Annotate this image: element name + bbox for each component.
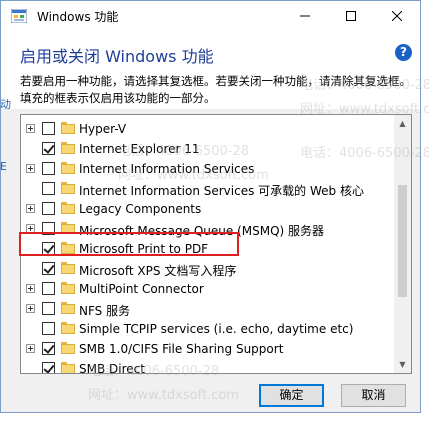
feature-row[interactable]: Internet Information Services (21, 159, 395, 179)
feature-label: SMB 1.0/CIFS File Sharing Support (79, 342, 284, 356)
feature-row[interactable]: Microsoft XPS 文档写入程序 (21, 259, 395, 279)
minimize-icon (300, 15, 310, 17)
feature-checkbox[interactable] (42, 122, 55, 135)
feature-checkbox[interactable] (42, 162, 55, 175)
dialog-description: 若要启用一种功能，请选择其复选框。若要关闭一种功能，请清除其复选框。填充的框表示… (20, 74, 411, 105)
feature-checkbox[interactable] (42, 302, 55, 315)
folder-icon (61, 182, 75, 194)
title-bar: Windows 功能 (1, 1, 420, 31)
feature-row[interactable]: MultiPoint Connector (21, 279, 395, 299)
ok-button[interactable]: 确定 (259, 384, 324, 407)
folder-icon (61, 282, 75, 294)
feature-row[interactable]: SMB Direct (21, 359, 395, 374)
scroll-down-arrow-icon[interactable]: ▼ (394, 356, 411, 373)
dialog-heading: 启用或关闭 Windows 功能 (20, 47, 214, 66)
feature-label: MultiPoint Connector (79, 282, 204, 296)
feature-label: Legacy Components (79, 202, 202, 216)
feature-label: Internet Information Services (79, 162, 255, 176)
feature-checkbox[interactable] (42, 142, 55, 155)
maximize-icon (346, 11, 356, 21)
folder-icon (61, 162, 75, 174)
feature-checkbox[interactable] (42, 322, 55, 335)
scroll-up-arrow-icon[interactable]: ▲ (394, 115, 411, 132)
cancel-button[interactable]: 取消 (341, 384, 406, 407)
folder-icon (61, 302, 75, 314)
background-window-text: 动 (0, 98, 11, 111)
feature-row[interactable]: NFS 服务 (21, 299, 395, 319)
folder-icon (61, 142, 75, 154)
feature-label: Simple TCPIP services (i.e. echo, daytim… (79, 322, 354, 336)
feature-label: NFS 服务 (79, 304, 131, 318)
expand-plus-icon[interactable] (26, 204, 35, 213)
expand-plus-icon[interactable] (26, 284, 35, 293)
window-title: Windows 功能 (37, 10, 119, 24)
feature-checkbox[interactable] (42, 262, 55, 275)
scrollbar-thumb[interactable] (398, 185, 407, 297)
expand-plus-icon[interactable] (26, 304, 35, 313)
red-highlight-box (19, 232, 239, 256)
windows-features-icon (11, 9, 27, 23)
feature-row[interactable]: Hyper-V (21, 119, 395, 139)
feature-row[interactable]: Internet Information Services 可承载的 Web 核… (21, 179, 395, 199)
folder-icon (61, 262, 75, 274)
feature-label: Hyper-V (79, 122, 127, 136)
folder-icon (61, 122, 75, 134)
folder-icon (61, 342, 75, 354)
help-icon[interactable]: ? (395, 44, 412, 61)
windows-features-dialog: Windows 功能 启用或关闭 Windows 功能 ? 若要启用一种功能，请… (0, 0, 421, 413)
minimize-button[interactable] (282, 1, 328, 31)
feature-label: Internet Information Services 可承载的 Web 核… (79, 184, 364, 198)
feature-label: Microsoft XPS 文档写入程序 (79, 264, 237, 278)
feature-row[interactable]: Internet Explorer 11 (21, 139, 395, 159)
folder-icon (61, 202, 75, 214)
feature-checkbox[interactable] (42, 362, 55, 373)
expand-plus-icon[interactable] (26, 124, 35, 133)
feature-row[interactable]: Legacy Components (21, 199, 395, 219)
close-button[interactable] (374, 1, 420, 31)
feature-label: SMB Direct (79, 362, 145, 374)
vertical-scrollbar[interactable]: ▲ ▼ (394, 115, 411, 373)
dialog-header: 启用或关闭 Windows 功能 ? 若要启用一种功能，请选择其复选框。若要关闭… (1, 31, 420, 109)
feature-row[interactable]: SMB 1.0/CIFS File Sharing Support (21, 339, 395, 359)
feature-checkbox[interactable] (42, 202, 55, 215)
expand-plus-icon[interactable] (26, 164, 35, 173)
feature-checkbox[interactable] (42, 182, 55, 195)
feature-checkbox[interactable] (42, 282, 55, 295)
background-window-text: E (0, 160, 7, 173)
feature-label: Internet Explorer 11 (79, 142, 200, 156)
feature-row[interactable]: Simple TCPIP services (i.e. echo, daytim… (21, 319, 395, 339)
folder-icon (61, 362, 75, 373)
maximize-button[interactable] (328, 1, 374, 31)
feature-checkbox[interactable] (42, 342, 55, 355)
folder-icon (61, 322, 75, 334)
expand-plus-icon[interactable] (26, 344, 35, 353)
close-icon (392, 11, 402, 21)
